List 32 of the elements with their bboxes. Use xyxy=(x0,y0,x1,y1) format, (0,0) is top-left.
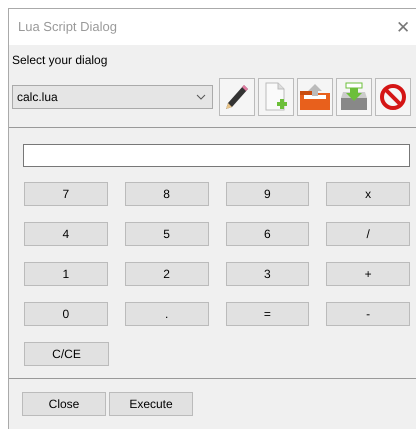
close-button[interactable]: ✕ xyxy=(392,18,414,36)
calculator-key[interactable]: 8 xyxy=(124,182,208,206)
dialog-dropdown[interactable]: calc.lua xyxy=(12,85,213,109)
select-label: Select your dialog xyxy=(12,52,108,69)
calculator-key[interactable]: C/CE xyxy=(24,342,109,366)
toolbar-button[interactable] xyxy=(219,78,255,116)
calculator-key[interactable]: 6 xyxy=(226,222,310,246)
dialog-button[interactable]: Close xyxy=(22,392,106,416)
display-field[interactable] xyxy=(23,144,410,167)
calculator-key[interactable]: + xyxy=(326,262,410,286)
calculator-key[interactable]: 7 xyxy=(24,182,108,206)
stop-icon xyxy=(380,84,406,110)
window-title: Lua Script Dialog xyxy=(18,18,117,36)
calculator-key[interactable]: = xyxy=(226,302,310,326)
download-drive-icon xyxy=(339,82,369,112)
calculator-key[interactable]: 0 xyxy=(24,302,108,326)
calculator-key[interactable]: / xyxy=(326,222,410,246)
calculator-key[interactable]: x xyxy=(326,182,410,206)
calculator-key[interactable]: . xyxy=(124,302,208,326)
calculator-key[interactable]: 2 xyxy=(124,262,208,286)
calculator-key[interactable]: 5 xyxy=(124,222,208,246)
chevron-down-icon xyxy=(196,94,206,100)
pencil-icon xyxy=(224,83,250,111)
calculator-key[interactable]: - xyxy=(326,302,410,326)
calculator-key[interactable]: 3 xyxy=(226,262,310,286)
dialog-button[interactable]: Execute xyxy=(109,392,193,416)
new-file-icon xyxy=(263,82,289,112)
calculator-key[interactable]: 9 xyxy=(226,182,310,206)
folder-icon xyxy=(299,83,331,111)
calculator-key[interactable]: 4 xyxy=(24,222,108,246)
calculator-key[interactable]: 1 xyxy=(24,262,108,286)
toolbar-button[interactable] xyxy=(375,78,411,116)
